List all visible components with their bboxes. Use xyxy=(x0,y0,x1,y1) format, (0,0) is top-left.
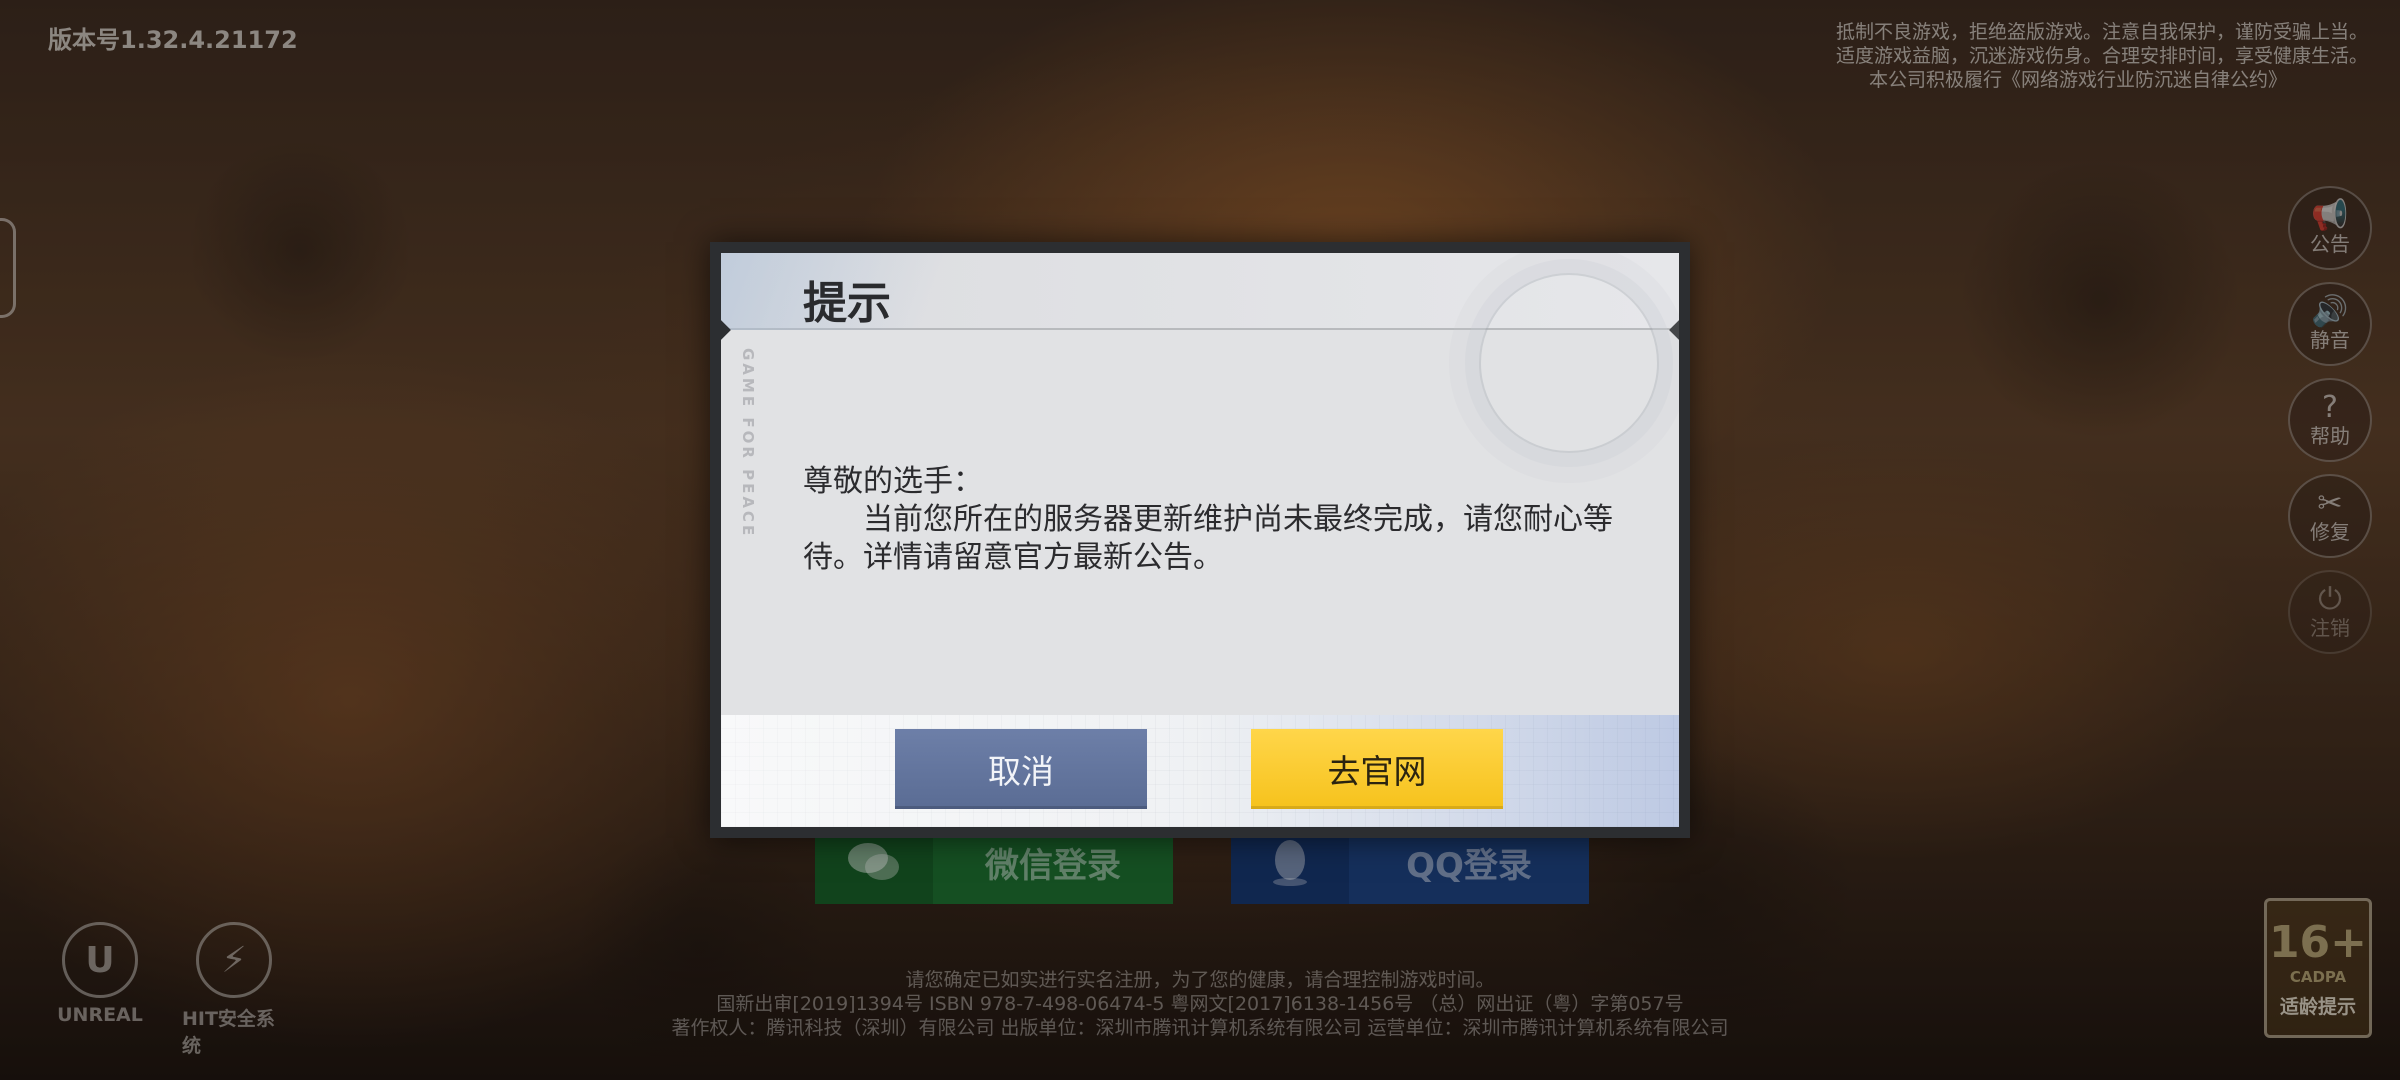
dialog-title: 提示 xyxy=(803,278,891,329)
go-to-website-button[interactable]: 去官网 xyxy=(1251,729,1503,809)
dialog-greeting: 尊敬的选手： xyxy=(803,464,983,499)
dialog-side-watermark: GAME FOR PEACE xyxy=(739,348,757,539)
dialog-message: 尊敬的选手： 当前您所在的服务器更新维护尚未最终完成，请您耐心等待。详情请留意官… xyxy=(803,463,1623,577)
dialog-panel: 提示 GAME FOR PEACE 尊敬的选手： 当前您所在的服务器更新维护尚未… xyxy=(721,253,1679,827)
cancel-button[interactable]: 取消 xyxy=(895,729,1147,809)
maintenance-dialog: 提示 GAME FOR PEACE 尊敬的选手： 当前您所在的服务器更新维护尚未… xyxy=(710,242,1690,838)
dialog-footer: 取消 去官网 xyxy=(721,715,1679,827)
dialog-message-text: 当前您所在的服务器更新维护尚未最终完成，请您耐心等待。详情请留意官方最新公告。 xyxy=(803,502,1613,575)
decorative-ring xyxy=(1479,273,1659,453)
